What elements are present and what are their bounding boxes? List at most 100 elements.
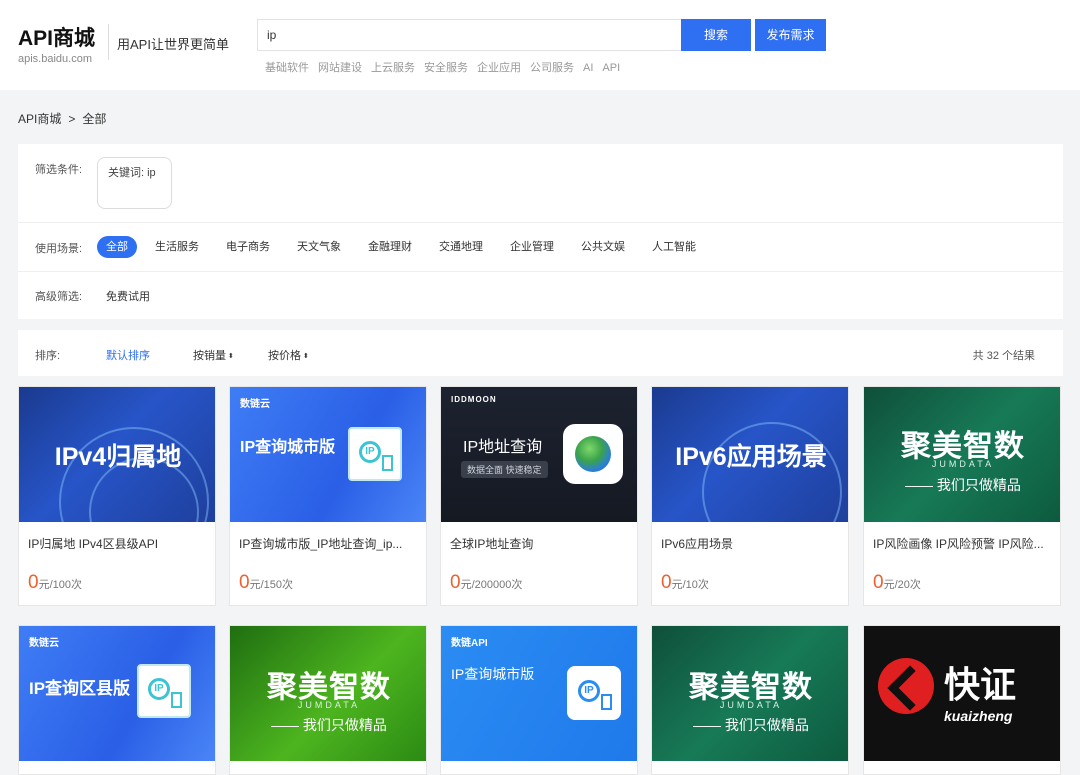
product-price: 0元/100次 [28, 572, 82, 594]
breadcrumb-root[interactable]: API商城 [18, 112, 61, 126]
brand-logo: 数链云 [240, 399, 270, 410]
scene-ai[interactable]: 人工智能 [652, 236, 696, 258]
product-thumbnail: 聚美智数 JUMDATA —— 我们只做精品 [864, 387, 1060, 522]
product-card[interactable]: 聚美智数 JUMDATA —— 我们只做精品 [229, 625, 427, 775]
product-card[interactable]: 快证 kuaizheng [863, 625, 1061, 775]
breadcrumb-separator: > [68, 112, 76, 126]
product-title[interactable]: IPv6应用场景 [661, 535, 841, 552]
price-value: 0 [661, 572, 672, 593]
slogan: 用API让世界更简单 [117, 37, 229, 52]
sort-caret-icon: ⬍ [303, 353, 309, 360]
hot-keyword[interactable]: AI [583, 62, 593, 74]
hot-keyword[interactable]: 安全服务 [424, 62, 468, 74]
product-card[interactable]: 数链云 IP查询区县版 IP [18, 625, 216, 775]
sort-by-price[interactable]: 按价格 ⬍ [268, 347, 309, 363]
product-title[interactable]: 全球IP地址查询 [450, 535, 630, 552]
logo-domain: apis.baidu.com [18, 53, 92, 65]
product-card[interactable]: 数链云 IP查询城市版 IP IP查询城市版_IP地址查询_ip... 0元/1… [229, 386, 427, 606]
product-thumbnail: IPv4归属地 [19, 387, 215, 522]
sort-by-sales[interactable]: 按销量 ⬍ [193, 347, 234, 363]
slogan-line: —— 我们只做精品 [693, 717, 809, 733]
hot-keyword[interactable]: 基础软件 [265, 62, 309, 74]
product-title[interactable]: IP归属地 IPv4区县级API [28, 535, 208, 552]
thumbnail-banner: IP查询城市版 [451, 666, 535, 682]
scene-enterprise[interactable]: 企业管理 [510, 236, 554, 258]
ip-doc-icon: IP [567, 666, 621, 720]
brand-logo: IDDMOON [451, 395, 497, 404]
scene-all[interactable]: 全部 [97, 236, 137, 258]
scene-label: 使用场景: [35, 243, 83, 255]
price-value: 0 [450, 572, 461, 593]
result-count: 共 32 个结果 [972, 350, 1035, 362]
product-price: 0元/150次 [239, 572, 293, 594]
keyword-chip[interactable]: 关键词: ip [97, 157, 172, 209]
ip-icon-text: IP [148, 678, 170, 700]
scene-entertainment[interactable]: 公共文娱 [581, 236, 625, 258]
sort-label: 排序: [35, 350, 61, 362]
advanced-filter-label: 高级筛选: [35, 291, 83, 303]
scene-finance[interactable]: 金融理财 [368, 236, 412, 258]
product-thumbnail: IDDMOON IP地址查询 数据全面 快速稳定 [441, 387, 637, 522]
hot-keywords: 基础软件 网站建设 上云服务 安全服务 企业应用 公司服务 AI API [265, 59, 629, 75]
thumbnail-banner: 快证 [944, 664, 1017, 705]
hot-keyword[interactable]: 网站建设 [318, 62, 362, 74]
product-price: 0元/200000次 [450, 572, 522, 594]
scene-life[interactable]: 生活服务 [155, 236, 199, 258]
scene-ecommerce[interactable]: 电子商务 [226, 236, 270, 258]
publish-demand-button[interactable]: 发布需求 [755, 19, 826, 51]
sort-default[interactable]: 默认排序 [106, 347, 150, 363]
breadcrumb-current: 全部 [82, 112, 107, 126]
filter-panel: 筛选条件: 关键词: ip 使用场景: 全部 生活服务 电子商务 天文气象 金融… [18, 144, 1063, 319]
product-title[interactable]: IP查询城市版_IP地址查询_ip... [239, 535, 419, 552]
filter-condition-row: 筛选条件: 关键词: ip [18, 144, 1063, 223]
product-title[interactable]: IP风险画像 IP风险预警 IP风险... [873, 535, 1053, 552]
product-price: 0元/20次 [873, 572, 921, 594]
brand-en: kuaizheng [944, 708, 1013, 724]
product-thumbnail: 快证 kuaizheng [864, 626, 1060, 761]
product-card[interactable]: 数链API IP查询城市版 IP [440, 625, 638, 775]
price-unit: 元/10次 [671, 579, 709, 591]
scene-list: 全部 生活服务 电子商务 天文气象 金融理财 交通地理 企业管理 公共文娱 人工… [97, 236, 723, 258]
feature-pill: 数据全面 快速稳定 [461, 461, 548, 478]
ip-doc-icon: IP [137, 664, 191, 718]
price-value: 0 [239, 572, 250, 593]
brand-logo: 数链API [451, 638, 488, 649]
site-logo[interactable]: API商城 apis.baidu.com [18, 22, 95, 65]
brand-en: JUMDATA [297, 700, 361, 710]
price-unit: 元/20次 [883, 579, 921, 591]
product-thumbnail: 数链云 IP查询城市版 IP [230, 387, 426, 522]
scene-weather[interactable]: 天文气象 [297, 236, 341, 258]
hot-keyword[interactable]: 企业应用 [477, 62, 521, 74]
free-trial-filter[interactable]: 免费试用 [106, 288, 150, 304]
top-header: API商城 apis.baidu.com 用API让世界更简单 ip 搜索 发布… [0, 0, 1080, 90]
product-card[interactable]: IPv6应用场景 IPv6应用场景 0元/10次 [651, 386, 849, 606]
hot-keyword[interactable]: API [602, 62, 620, 74]
brand-en: JUMDATA [719, 700, 783, 710]
sort-by-price-label: 按价格 [268, 350, 301, 362]
search-input[interactable]: ip [257, 19, 681, 51]
kuaizheng-logo-icon [878, 658, 934, 714]
sort-caret-icon: ⬍ [228, 353, 234, 360]
product-card[interactable]: IDDMOON IP地址查询 数据全面 快速稳定 全球IP地址查询 0元/200… [440, 386, 638, 606]
price-unit: 元/150次 [249, 579, 293, 591]
hot-keyword[interactable]: 上云服务 [371, 62, 415, 74]
product-thumbnail: 聚美智数 JUMDATA —— 我们只做精品 [652, 626, 848, 761]
price-value: 0 [28, 572, 39, 593]
thumbnail-banner: IP查询城市版 [240, 439, 336, 456]
search-button[interactable]: 搜索 [681, 19, 751, 51]
product-card[interactable]: 聚美智数 JUMDATA —— 我们只做精品 IP风险画像 IP风险预警 IP风… [863, 386, 1061, 606]
product-card[interactable]: IPv4归属地 IP归属地 IPv4区县级API 0元/100次 [18, 386, 216, 606]
logo-title[interactable]: API商城 [18, 22, 95, 52]
scene-row: 使用场景: 全部 生活服务 电子商务 天文气象 金融理财 交通地理 企业管理 公… [18, 223, 1063, 272]
brand-en: JUMDATA [931, 459, 995, 469]
scene-traffic[interactable]: 交通地理 [439, 236, 483, 258]
price-unit: 元/100次 [38, 579, 82, 591]
thumbnail-banner: IP查询区县版 [29, 679, 131, 698]
product-thumbnail: IPv6应用场景 [652, 387, 848, 522]
doc-icon [382, 455, 393, 471]
hot-keyword[interactable]: 公司服务 [530, 62, 574, 74]
price-unit: 元/200000次 [460, 579, 523, 591]
product-card[interactable]: 聚美智数 JUMDATA —— 我们只做精品 [651, 625, 849, 775]
product-thumbnail: 数链API IP查询城市版 IP [441, 626, 637, 761]
sort-by-sales-label: 按销量 [193, 350, 226, 362]
